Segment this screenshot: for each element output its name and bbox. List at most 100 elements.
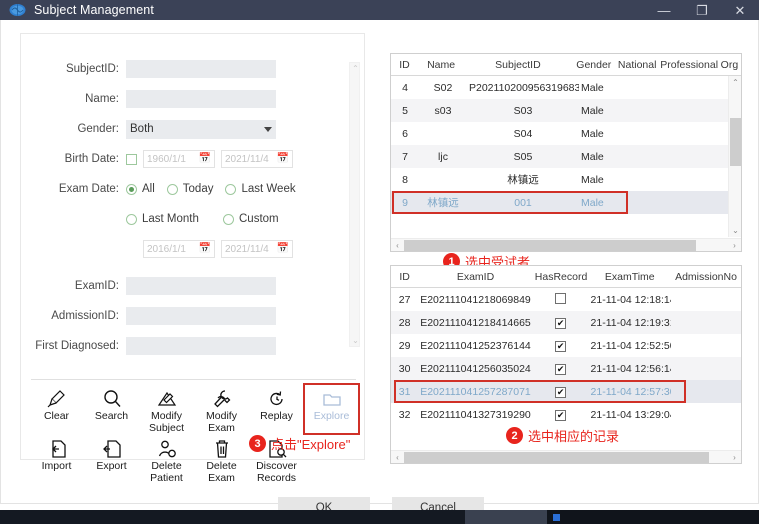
admissionid-input[interactable] [126, 307, 276, 325]
subject-management-window: Subject Management — ❐ ✕ SubjectID: Name… [0, 0, 759, 524]
table-row[interactable]: 32 E202111041327319290 ✔ 21-11-04 13:29:… [391, 403, 741, 426]
explore-button[interactable]: Explore [304, 384, 359, 434]
taskbar-active-window[interactable] [465, 510, 547, 524]
col-examtime[interactable]: ExamTime [589, 271, 671, 283]
annotation-2: 2 选中相应的记录 [506, 426, 619, 445]
examdate-to-input[interactable]: 2021/11/4 📅 [221, 240, 293, 258]
field-row-firstdiagnosed: First Diagnosed: [21, 335, 366, 356]
table-row[interactable]: 29 E202111041252376144 ✔ 21-11-04 12:52:… [391, 334, 741, 357]
close-icon[interactable]: ✕ [721, 0, 759, 20]
restore-icon[interactable]: ❐ [683, 0, 721, 20]
minimize-icon[interactable]: — [645, 0, 683, 20]
col-subjectid[interactable]: SubjectID [464, 59, 572, 71]
subject-vertical-scrollbar[interactable]: ⌃ ⌄ [728, 76, 741, 237]
cell-hasrecord: ✔ [533, 340, 589, 352]
clear-button[interactable]: Clear [29, 384, 84, 434]
birthdate-to-input[interactable]: 2021/11/4 📅 [221, 150, 293, 168]
cell-id: 29 [391, 340, 418, 352]
exam-horizontal-scrollbar[interactable]: ‹ › [391, 450, 741, 463]
radio-exam-lastweek[interactable]: Last Week [225, 183, 295, 195]
modify-exam-button[interactable]: Modify Exam [194, 384, 249, 434]
hasrecord-checkbox[interactable]: ✔ [555, 387, 566, 398]
table-row-selected[interactable]: 9 林镇远 001 Male [391, 191, 741, 214]
scroll-left-icon[interactable]: ‹ [391, 239, 404, 252]
window-controls: — ❐ ✕ [645, 0, 759, 20]
radio-exam-today[interactable]: Today [167, 183, 214, 195]
hasrecord-checkbox[interactable]: ✔ [555, 364, 566, 375]
taskbar-app-icon[interactable] [553, 514, 560, 521]
gender-select[interactable]: Both [126, 120, 276, 139]
cell-examtime: 21-11-04 12:52:50 [589, 340, 671, 352]
form-vertical-scrollbar[interactable]: ⌃ ⌄ [349, 62, 360, 347]
table-row[interactable]: 4 S02 P202110200956319683 Male [391, 76, 741, 99]
col-org[interactable]: Org [718, 59, 741, 71]
col-national[interactable]: National [616, 59, 658, 71]
radio-dot-icon [167, 184, 178, 195]
file-in-icon [47, 437, 67, 459]
radio-exam-custom[interactable]: Custom [223, 213, 279, 225]
scroll-thumb[interactable] [404, 452, 709, 463]
scroll-right-icon[interactable]: › [728, 451, 741, 464]
col-examid[interactable]: ExamID [418, 271, 533, 283]
window-title: Subject Management [34, 3, 154, 17]
table-row-selected[interactable]: 31 E202111041257287071 ✔ 21-11-04 12:57:… [391, 380, 741, 403]
scroll-thumb[interactable] [730, 118, 741, 166]
search-form-panel: SubjectID: Name: Gender: Both [20, 33, 365, 460]
scroll-right-icon[interactable]: › [728, 239, 741, 252]
gender-label: Gender: [21, 123, 126, 135]
table-row[interactable]: 5 s03 S03 Male [391, 99, 741, 122]
birthdate-enable-checkbox[interactable] [126, 154, 137, 165]
radio-exam-all[interactable]: All [126, 183, 155, 195]
name-input[interactable] [126, 90, 276, 108]
hasrecord-checkbox[interactable]: ✔ [555, 341, 566, 352]
col-admissionno[interactable]: AdmissionNo [671, 271, 741, 283]
table-row[interactable]: 7 ljc S05 Male [391, 145, 741, 168]
radio-exam-lastweek-label: Last Week [241, 183, 295, 195]
birthdate-from-value: 1960/1/1 [147, 154, 186, 165]
table-row[interactable]: 28 E202111041218414665 ✔ 21-11-04 12:19:… [391, 311, 741, 334]
delete-patient-button[interactable]: Delete Patient [139, 434, 194, 484]
replay-button[interactable]: Replay [249, 384, 304, 434]
table-row[interactable]: 30 E202111041256035024 ✔ 21-11-04 12:56:… [391, 357, 741, 380]
examdate-from-input[interactable]: 2016/1/1 📅 [143, 240, 215, 258]
col-hasrecord[interactable]: HasRecord [533, 271, 589, 283]
col-id[interactable]: ID [391, 59, 418, 71]
radio-exam-lastmonth[interactable]: Last Month [126, 213, 211, 225]
scroll-down-icon[interactable]: ⌄ [729, 224, 742, 237]
scroll-up-icon[interactable]: ⌃ [350, 63, 361, 74]
scroll-up-icon[interactable]: ⌃ [729, 76, 742, 89]
cell-subjectid: S05 [467, 151, 579, 163]
import-button[interactable]: Import [29, 434, 84, 484]
radio-exam-custom-label: Custom [239, 213, 279, 225]
scroll-left-icon[interactable]: ‹ [391, 451, 404, 464]
modify-subject-button[interactable]: Modify Subject [139, 384, 194, 434]
cell-subjectid: 001 [467, 197, 579, 209]
col-id[interactable]: ID [391, 271, 418, 283]
hasrecord-checkbox[interactable]: ✔ [555, 318, 566, 329]
birthdate-from-input[interactable]: 1960/1/1 📅 [143, 150, 215, 168]
col-name[interactable]: Name [418, 59, 464, 71]
scroll-thumb[interactable] [404, 240, 696, 251]
col-professional[interactable]: Professional [658, 59, 718, 71]
scroll-down-icon[interactable]: ⌄ [350, 335, 361, 346]
table-row[interactable]: 27 E202111041218069849 21-11-04 12:18:14 [391, 288, 741, 311]
firstdiagnosed-input[interactable] [126, 337, 276, 355]
col-gender[interactable]: Gender [572, 59, 616, 71]
hasrecord-checkbox[interactable] [555, 293, 566, 304]
search-button[interactable]: Search [84, 384, 139, 434]
field-row-name: Name: [21, 88, 366, 110]
cell-name: S02 [419, 82, 467, 94]
magnifier-icon [102, 387, 122, 409]
export-button[interactable]: Export [84, 434, 139, 484]
examid-input[interactable] [126, 277, 276, 295]
delete-exam-button[interactable]: Delete Exam [194, 434, 249, 484]
subject-horizontal-scrollbar[interactable]: ‹ › [391, 238, 741, 251]
cell-hasrecord [533, 293, 589, 307]
calendar-icon: 📅 [277, 244, 289, 254]
hasrecord-checkbox[interactable]: ✔ [555, 410, 566, 421]
cell-id: 9 [391, 197, 419, 209]
subjectid-input[interactable] [126, 60, 276, 78]
table-row[interactable]: 8 林镇远 Male [391, 168, 741, 191]
annotation-3-badge: 3 [249, 435, 266, 452]
table-row[interactable]: 6 S04 Male [391, 122, 741, 145]
